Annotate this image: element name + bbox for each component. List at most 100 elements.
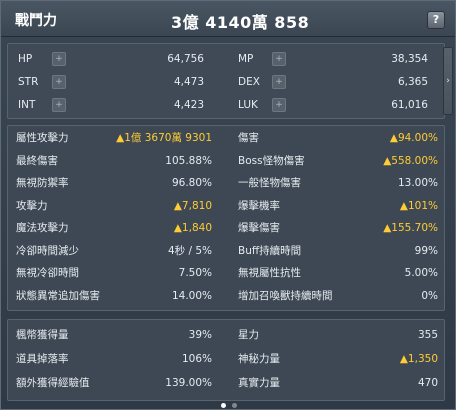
stat-row-luk: LUK + 61,016 [238,96,428,115]
stat-name: 無視防禦率 [16,177,69,189]
stat-value: ▲1,350 [399,353,438,365]
stat-name: 最終傷害 [16,154,58,167]
stat-value: ▲101% [399,199,438,212]
stat-value: 5.00% [404,267,438,279]
plus-icon[interactable]: + [52,75,66,89]
page-dot[interactable] [232,403,237,408]
combat-power-header: 戰鬥力 3億 4140萬 858 ? [1,1,455,37]
stat-value: 470 [417,377,438,389]
stat-row: 無視冷卻時間 7.50% [16,264,212,283]
stat-name: DEX [238,76,260,88]
stat-value: ▲94.00% [389,132,438,144]
stat-row: 星力 355 [238,326,438,345]
stat-value: 105.88% [165,154,212,167]
plus-icon[interactable]: + [272,75,286,89]
stat-name: HP [18,53,33,65]
stat-value: 106% [181,353,212,365]
stat-value: 61,016 [391,99,428,111]
stat-value: 139.00% [165,377,212,389]
stat-value: 39% [188,329,212,341]
stat-row: 傷害 ▲94.00% [238,129,438,148]
stat-value: 14.00% [171,289,212,302]
page-indicator [1,403,456,410]
stat-row: 屬性攻擊力 ▲1億 3670萬 9301 [16,129,212,148]
stat-name: INT [18,99,36,111]
stat-name: 真實力量 [238,377,280,389]
stat-name: 楓幣獲得量 [16,329,69,341]
plus-icon[interactable]: + [272,52,286,66]
stat-row-mp: MP + 38,354 [238,50,428,69]
stat-name: STR [18,76,39,88]
stat-row: 楓幣獲得量 39% [16,326,212,345]
stat-name: Boss怪物傷害 [238,154,305,167]
stat-value: ▲558.00% [383,154,438,167]
plus-icon[interactable]: + [52,98,66,112]
extra-stats-panel: 楓幣獲得量 39% 星力 355 道具掉落率 106% 神秘力量 ▲1,350 額外獲得經驗值 1… [7,319,445,401]
stat-row: Boss怪物傷害 ▲558.00% [238,152,438,171]
stat-value: ▲7,810 [173,199,212,212]
stat-value: 99% [414,244,438,257]
stat-name: 狀態異常追加傷害 [16,289,100,302]
stat-name: 神秘力量 [238,353,280,365]
stat-name: 爆擊機率 [238,199,280,212]
stat-row: 冷卻時間減少 4秒 / 5% [16,242,212,261]
help-button[interactable]: ? [427,11,445,29]
page-dot[interactable] [221,403,226,408]
stat-name: 屬性攻擊力 [16,132,69,144]
stat-name: LUK [238,99,258,111]
stat-row-hp: HP + 64,756 [18,50,204,69]
stat-name: 道具掉落率 [16,353,69,365]
stat-name: 無視屬性抗性 [238,267,301,279]
combat-power-label: 戰鬥力 [15,13,57,29]
stat-value: 13.00% [397,177,438,189]
stat-row-dex: DEX + 6,365 [238,73,428,92]
stat-row: 最終傷害 105.88% [16,152,212,171]
stat-value: 355 [417,329,438,341]
plus-icon[interactable]: + [52,52,66,66]
stat-name: 攻擊力 [16,199,48,212]
stat-name: 星力 [238,329,259,341]
stat-value: 7.50% [178,267,212,279]
stat-name: MP [238,53,254,65]
stat-row: 狀態異常追加傷害 14.00% [16,287,212,306]
stat-row: 真實力量 470 [238,374,438,393]
stat-row: Buff持續時間 99% [238,242,438,261]
stat-value: 0% [421,289,438,302]
stat-name: 傷害 [238,132,259,144]
stat-row: 爆擊機率 ▲101% [238,197,438,216]
stat-name: 無視冷卻時間 [16,267,79,279]
stat-value: ▲155.70% [383,222,438,234]
stat-value: 96.80% [171,177,212,189]
stats-window: 戰鬥力 3億 4140萬 858 ? HP + 64,756 STR + 4,4… [0,0,456,410]
stat-row: 神秘力量 ▲1,350 [238,350,438,369]
stat-row: 魔法攻擊力 ▲1,840 [16,219,212,238]
stat-row: 爆擊傷害 ▲155.70% [238,219,438,238]
stat-row: 攻擊力 ▲7,810 [16,197,212,216]
detail-stats-panel: 屬性攻擊力 ▲1億 3670萬 9301 傷害 ▲94.00% 最終傷害 105.88% B… [7,125,445,311]
stat-name: 增加召喚獸持續時間 [238,289,333,302]
combat-power-value: 3億 4140萬 858 [171,13,310,32]
stat-name: 冷卻時間減少 [16,244,79,257]
stat-row: 增加召喚獸持續時間 0% [238,287,438,306]
stat-name: 額外獲得經驗值 [16,377,90,389]
stat-row: 額外獲得經驗值 139.00% [16,374,212,393]
stat-name: 魔法攻擊力 [16,222,69,234]
stat-name: 爆擊傷害 [238,222,280,234]
stat-name: 一般怪物傷害 [238,177,301,189]
stat-row-str: STR + 4,473 [18,73,204,92]
stat-value: 4,473 [173,76,204,88]
basic-stats-panel: HP + 64,756 STR + 4,473 INT + 4,423 MP +… [7,43,445,119]
stat-value: 4秒 / 5% [167,244,212,257]
stat-value: 6,365 [397,76,428,88]
stat-row: 無視屬性抗性 5.00% [238,264,438,283]
stat-value: 38,354 [391,53,428,65]
expand-arrow-icon[interactable]: › [443,47,453,115]
plus-icon[interactable]: + [272,98,286,112]
stat-row: 道具掉落率 106% [16,350,212,369]
stat-row-int: INT + 4,423 [18,96,204,115]
stat-value: 4,423 [173,99,204,111]
stat-row: 無視防禦率 96.80% [16,174,212,193]
stat-value: ▲1億 3670萬 9301 [116,132,212,144]
stat-name: Buff持續時間 [238,244,302,257]
stat-row: 一般怪物傷害 13.00% [238,174,438,193]
